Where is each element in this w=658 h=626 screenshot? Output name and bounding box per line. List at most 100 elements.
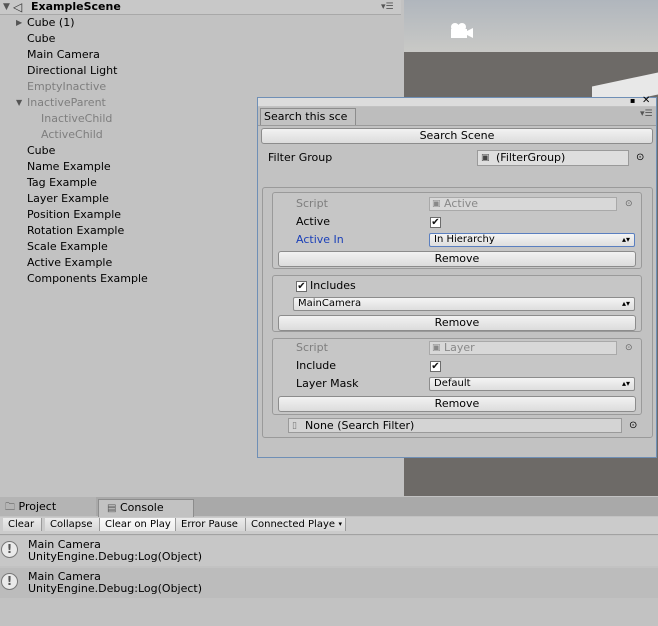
hierarchy-item[interactable]: Components Example [27, 271, 148, 287]
active-in-dropdown[interactable]: In Hierarchy ▴▾ [429, 233, 635, 247]
tab-menu-icon[interactable]: ▾☰ [640, 109, 653, 119]
options-menu-icon[interactable]: ▾☰ [381, 0, 394, 14]
active-in-value: In Hierarchy [434, 234, 495, 245]
hierarchy-item[interactable]: Position Example [27, 207, 121, 223]
unity-scene-icon: ◁ [13, 0, 23, 14]
includes-checkbox[interactable]: ✔ [296, 281, 307, 292]
tab-console[interactable]: ▤ Console [98, 499, 194, 517]
camera-dropdown[interactable]: MainCamera ▴▾ [293, 297, 635, 311]
include-checkbox[interactable]: ✔ [430, 361, 441, 372]
window-tab-bar: Search this sce ▾☰ [258, 107, 656, 126]
search-filter-field[interactable]: ▯ None (Search Filter) [288, 418, 622, 433]
search-window: ▪ ✕ Search this sce ▾☰ Search Scene Filt… [257, 95, 657, 458]
hierarchy-header[interactable]: ▼ ◁ ExampleScene ▾☰ [0, 0, 401, 15]
filter-layer-panel: Script ▣ Layer ⊙ Include ✔ Layer Mask De… [272, 338, 642, 415]
dropdown-arrow-icon: ▾ [338, 520, 342, 528]
remove-button[interactable]: Remove [278, 251, 636, 267]
hierarchy-item[interactable]: InactiveParent [27, 95, 106, 111]
expand-arrow-icon[interactable]: ▶ [16, 15, 22, 31]
clear-button[interactable]: Clear [3, 518, 42, 531]
log-entry[interactable]: ! Main Camera UnityEngine.Debug:Log(Obje… [0, 536, 658, 566]
log-stacktrace: UnityEngine.Debug:Log(Object) [28, 550, 203, 563]
include-label: Include [296, 359, 337, 372]
tab-console-label: Console [119, 501, 164, 514]
clear-on-play-button[interactable]: Clear on Play [100, 518, 176, 531]
script-icon: ▣ [432, 343, 441, 353]
camera-value: MainCamera [298, 298, 362, 309]
folder-icon: 🗀 [5, 502, 15, 513]
script-field: ▣ Layer [429, 341, 617, 355]
hierarchy-item-label: Main Camera [27, 48, 100, 61]
filter-group-field[interactable]: ▣ (FilterGroup) [477, 150, 629, 166]
collapse-button[interactable]: Collapse [45, 518, 100, 531]
filter-group-label: Filter Group [268, 151, 333, 164]
scene-name: ExampleScene [31, 0, 121, 13]
window-tab-title: Search this sce [264, 110, 348, 123]
dropdown-arrow-icon: ▴▾ [621, 235, 630, 244]
maximize-icon[interactable]: ▪ [630, 95, 635, 107]
active-in-label: Active In [296, 233, 344, 246]
hierarchy-item-label: InactiveChild [41, 112, 113, 125]
layer-mask-dropdown[interactable]: Default ▴▾ [429, 377, 635, 391]
hierarchy-item[interactable]: ActiveChild [41, 127, 103, 143]
hierarchy-item-label: Position Example [27, 208, 122, 221]
hierarchy-item-label: Tag Example [27, 176, 97, 189]
hierarchy-item[interactable]: Cube (1) [27, 15, 74, 31]
hierarchy-item[interactable]: Directional Light [27, 63, 117, 79]
info-icon: ! [1, 573, 18, 590]
tab-project-label: Project [18, 500, 57, 513]
hierarchy-item[interactable]: Cube [27, 31, 55, 47]
hierarchy-item[interactable]: Scale Example [27, 239, 108, 255]
active-label: Active [296, 215, 331, 228]
includes-label: Includes [310, 279, 356, 292]
tab-project[interactable]: 🗀 Project [0, 497, 96, 516]
hierarchy-item[interactable]: Cube [27, 143, 55, 159]
filter-includes-panel: ✔ Includes MainCamera ▴▾ Remove [272, 275, 642, 332]
hierarchy-item-label: Active Example [27, 256, 113, 269]
window-titlebar[interactable]: ▪ ✕ [258, 95, 656, 107]
collapse-arrow-icon[interactable]: ▼ [16, 95, 22, 111]
hierarchy-item[interactable]: Tag Example [27, 175, 97, 191]
hierarchy-item[interactable]: Layer Example [27, 191, 109, 207]
script-value: Active [444, 197, 479, 210]
script-asset-icon: ▣ [481, 153, 490, 163]
filter-group-value: (FilterGroup) [496, 151, 566, 164]
script-field: ▣ Active [429, 197, 617, 211]
camera-gizmo-icon[interactable] [448, 22, 474, 38]
hierarchy-item-label: InactiveParent [27, 96, 106, 109]
hierarchy-item[interactable]: InactiveChild [41, 111, 112, 127]
log-stacktrace: UnityEngine.Debug:Log(Object) [28, 582, 203, 595]
connected-player-dropdown[interactable]: Connected Playe ▾ [246, 518, 346, 531]
hierarchy-item[interactable]: EmptyInactive [27, 79, 106, 95]
close-icon[interactable]: ✕ [642, 95, 650, 107]
scene-sky [404, 0, 658, 52]
document-icon: ▯ [292, 421, 297, 431]
object-picker-icon[interactable]: ⊙ [629, 419, 637, 433]
script-picker-icon[interactable]: ⊙ [625, 197, 633, 211]
connected-player-label: Connected Playe [251, 519, 336, 530]
search-filter-value: None (Search Filter) [305, 419, 415, 432]
remove-button[interactable]: Remove [278, 396, 636, 412]
search-scene-button[interactable]: Search Scene [261, 128, 653, 144]
hierarchy-item-label: EmptyInactive [27, 80, 107, 93]
expand-arrow-icon[interactable]: ▼ [3, 0, 10, 14]
error-pause-button[interactable]: Error Pause [176, 518, 246, 531]
hierarchy-item-label: Scale Example [27, 240, 108, 253]
hierarchy-item-label: Rotation Example [27, 224, 125, 237]
hierarchy-item-label: ActiveChild [41, 128, 103, 141]
log-entry[interactable]: ! Main Camera UnityEngine.Debug:Log(Obje… [0, 568, 658, 598]
active-checkbox[interactable]: ✔ [430, 217, 441, 228]
hierarchy-item[interactable]: Active Example [27, 255, 112, 271]
hierarchy-item[interactable]: Rotation Example [27, 223, 124, 239]
window-tab[interactable]: Search this sce [260, 108, 356, 125]
dropdown-arrow-icon: ▴▾ [621, 299, 630, 308]
script-label: Script [296, 341, 328, 354]
remove-button[interactable]: Remove [278, 315, 636, 331]
hierarchy-item[interactable]: Main Camera [27, 47, 100, 63]
hierarchy-item-label: Directional Light [27, 64, 118, 77]
script-picker-icon[interactable]: ⊙ [625, 341, 633, 355]
hierarchy-item-label: Name Example [27, 160, 111, 173]
object-picker-icon[interactable]: ⊙ [636, 151, 644, 165]
hierarchy-item[interactable]: Name Example [27, 159, 111, 175]
layer-mask-label: Layer Mask [296, 377, 359, 390]
